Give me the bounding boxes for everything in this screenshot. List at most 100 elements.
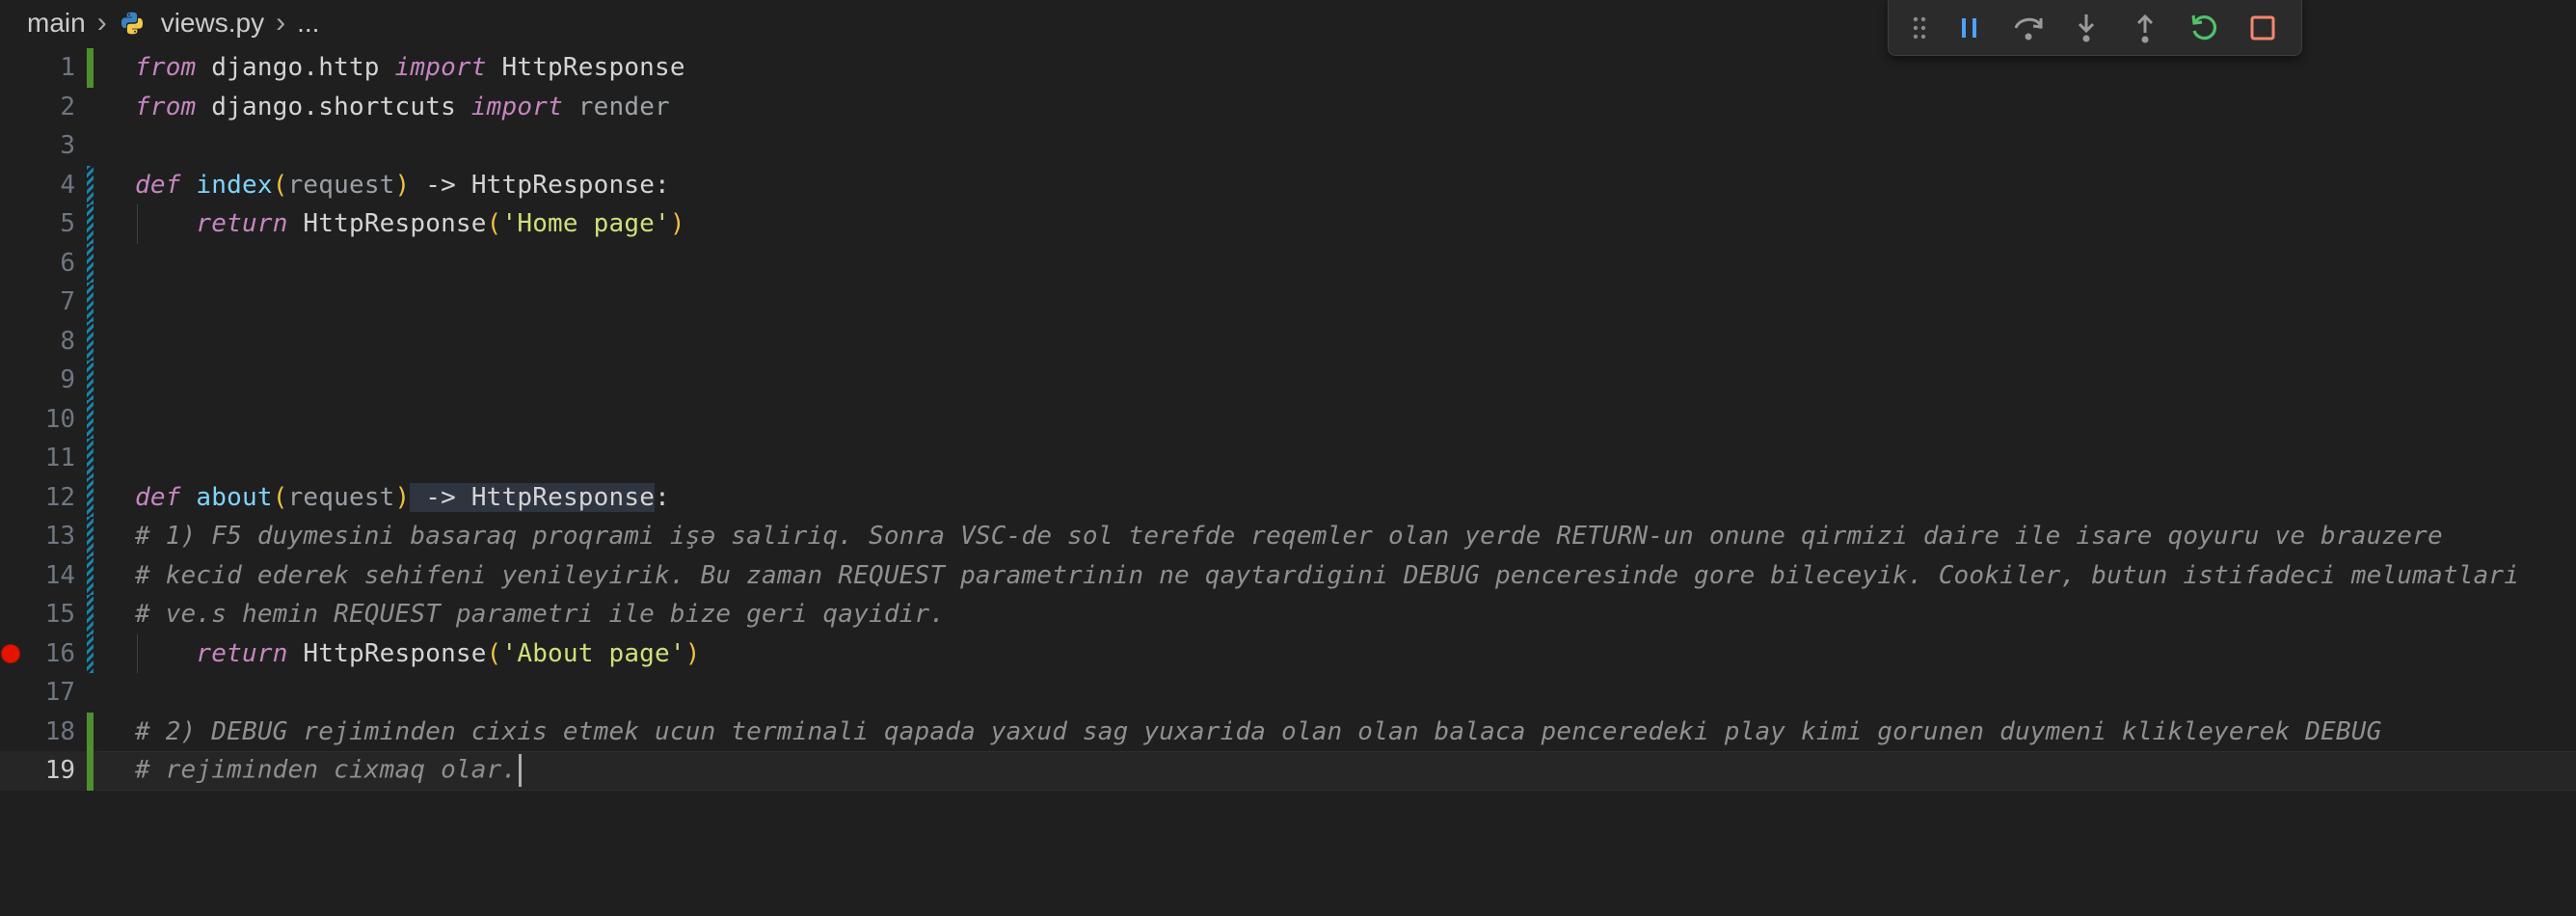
code-token: -> HttpResponse — [410, 482, 656, 512]
git-modified-marker[interactable] — [87, 165, 94, 204]
breakpoint-gutter[interactable] — [0, 400, 21, 440]
code-text[interactable]: def about(request) -> HttpResponse: — [135, 482, 670, 512]
line-number: 12 — [44, 482, 75, 512]
breakpoint-gutter[interactable] — [0, 204, 21, 244]
git-modified-marker[interactable] — [87, 595, 94, 634]
git-modified-marker[interactable] — [87, 439, 94, 478]
breakpoint-gutter[interactable] — [0, 595, 21, 634]
breakpoint-gutter[interactable] — [0, 361, 21, 400]
code-line[interactable]: 17 — [0, 673, 2576, 713]
breakpoint-gutter[interactable] — [0, 517, 21, 556]
stop-icon[interactable] — [2242, 8, 2282, 48]
code-text[interactable]: # kecid ederek sehifeni yenileyirik. Bu … — [135, 561, 2519, 590]
breakpoint-gutter[interactable] — [0, 556, 21, 596]
code-line[interactable]: 11 — [0, 439, 2576, 478]
code-token: request — [287, 482, 395, 512]
breakpoint-gutter[interactable] — [0, 439, 21, 478]
step-into-icon[interactable] — [2067, 8, 2106, 48]
line-number: 4 — [60, 170, 75, 200]
breakpoint-gutter[interactable] — [0, 88, 21, 127]
code-text[interactable]: # rejiminden cixmaq olar. — [135, 754, 523, 788]
code-lines[interactable]: 1 from django.http import HttpResponse 2 fr… — [0, 48, 2576, 791]
code-line[interactable]: 8 — [0, 321, 2576, 362]
line-number: 14 — [44, 560, 75, 590]
breakpoint-gutter[interactable] — [0, 244, 21, 283]
code-line[interactable]: 5 return HttpResponse('Home page') — [0, 204, 2576, 244]
git-modified-marker[interactable] — [87, 361, 94, 400]
breadcrumb-folder[interactable]: main — [27, 8, 86, 39]
code-line[interactable]: 3 — [0, 126, 2576, 166]
git-added-marker[interactable] — [87, 751, 94, 791]
pause-icon[interactable] — [1949, 8, 1989, 48]
code-line[interactable]: 10 — [0, 399, 2576, 440]
breakpoint-gutter[interactable] — [0, 48, 21, 88]
git-modified-marker[interactable] — [87, 321, 94, 361]
code-line[interactable]: 15 # ve.s hemin REQUEST parametri ile biz… — [0, 595, 2576, 634]
code-line[interactable]: 7 — [0, 283, 2576, 322]
code-text[interactable]: # ve.s hemin REQUEST parametri ile bize … — [135, 600, 945, 629]
code-line[interactable]: 9 — [0, 361, 2576, 400]
code-token: import — [394, 53, 487, 83]
line-number: 16 — [44, 638, 75, 668]
breakpoint-gutter[interactable] — [0, 283, 21, 322]
breakpoint-gutter[interactable] — [0, 166, 21, 205]
code-text[interactable]: return HttpResponse('About page') — [135, 639, 701, 668]
code-line[interactable]: 14 # kecid ederek sehifeni yenileyirik. B… — [0, 555, 2576, 596]
git-added-marker[interactable] — [87, 712, 94, 751]
breakpoint-gutter[interactable] — [0, 478, 21, 518]
git-modified-marker[interactable] — [87, 633, 94, 673]
git-added-marker[interactable] — [87, 48, 94, 88]
breadcrumb-more[interactable]: ... — [297, 8, 319, 39]
git-modified-marker[interactable] — [87, 204, 94, 244]
code-token: ) — [684, 638, 701, 668]
git-modified-marker[interactable] — [87, 243, 94, 283]
code-line[interactable]: 18 # 2) DEBUG rejiminden cixis etmek ucun… — [0, 712, 2576, 752]
step-over-icon[interactable] — [2008, 8, 2048, 48]
git-modified-marker[interactable] — [87, 283, 94, 322]
step-out-icon[interactable] — [2126, 8, 2165, 48]
code-line[interactable]: 12 def about(request) -> HttpResponse: — [0, 477, 2576, 518]
code-line[interactable]: 19 # rejiminden cixmaq olar. — [0, 751, 2576, 791]
text-cursor — [519, 754, 523, 788]
code-token: 'Home page' — [501, 209, 670, 239]
breakpoint-icon[interactable] — [2, 644, 19, 662]
code-text[interactable]: from django.http import HttpResponse — [135, 53, 685, 82]
breadcrumb: main › views.py › ... — [0, 0, 319, 46]
git-modified-marker[interactable] — [87, 555, 94, 595]
code-editor: main › views.py › ... 1 from django.http… — [0, 0, 2576, 916]
line-number: 15 — [44, 600, 75, 630]
code-line[interactable]: 16 return HttpResponse('About page') — [0, 633, 2576, 674]
code-line[interactable]: 2 from django.shortcuts import render — [0, 88, 2576, 127]
code-line[interactable]: 1 from django.http import HttpResponse — [0, 48, 2576, 88]
code-token: HttpResponse — [287, 638, 487, 668]
breakpoint-gutter[interactable] — [0, 126, 21, 166]
breadcrumb-file[interactable]: views.py — [161, 8, 264, 39]
code-token: ) — [669, 209, 685, 239]
chevron-right-icon: › — [96, 7, 107, 39]
code-text[interactable]: # 2) DEBUG rejiminden cixis etmek ucun t… — [135, 717, 2381, 746]
line-number: 11 — [44, 444, 75, 473]
drag-grip-icon[interactable] — [1910, 8, 1928, 48]
code-token: ( — [486, 638, 502, 668]
line-number: 13 — [44, 522, 75, 552]
breakpoint-gutter[interactable] — [0, 751, 21, 791]
code-text[interactable]: return HttpResponse('Home page') — [135, 209, 685, 238]
code-line[interactable]: 4 def index(request) -> HttpResponse: — [0, 165, 2576, 205]
breakpoint-gutter[interactable] — [0, 322, 21, 362]
code-token: ( — [272, 170, 288, 200]
code-line[interactable]: 13 # 1) F5 duymesini basaraq proqrami işə… — [0, 517, 2576, 556]
breakpoint-gutter[interactable] — [0, 673, 21, 713]
git-modified-marker[interactable] — [87, 477, 94, 517]
code-line[interactable]: 6 — [0, 243, 2576, 283]
code-text[interactable]: def index(request) -> HttpResponse: — [135, 171, 670, 200]
git-modified-marker[interactable] — [87, 517, 94, 556]
restart-icon[interactable] — [2184, 8, 2223, 48]
code-text[interactable]: # 1) F5 duymesini basaraq proqrami işə s… — [135, 522, 2443, 551]
line-number: 18 — [44, 716, 75, 746]
code-text[interactable]: from django.shortcuts import render — [135, 93, 670, 121]
breakpoint-gutter[interactable] — [0, 713, 21, 752]
breakpoint-gutter[interactable] — [0, 634, 21, 674]
git-modified-marker[interactable] — [87, 399, 94, 439]
